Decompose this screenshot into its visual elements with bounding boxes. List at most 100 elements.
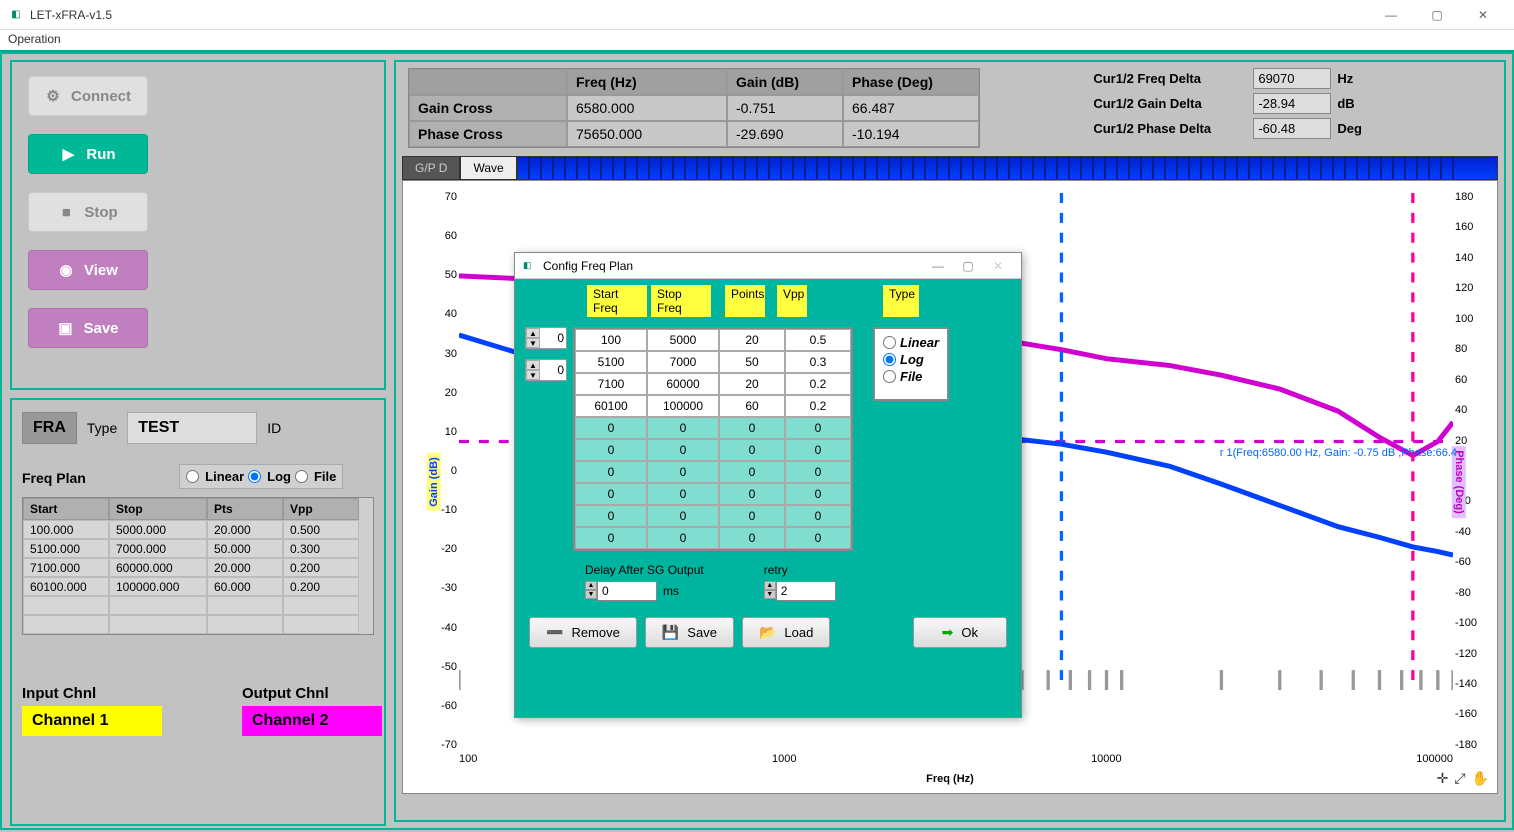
grid-row[interactable]: 710060000200.2	[575, 373, 851, 395]
dialog-maximize[interactable]: ▢	[953, 259, 983, 273]
grid-cell[interactable]: 0	[647, 461, 719, 483]
grid-cell[interactable]: 0	[785, 439, 851, 461]
grid-cell[interactable]: 0	[575, 461, 647, 483]
grid-cell[interactable]: 100000	[647, 395, 719, 417]
modal-radio-log[interactable]	[883, 353, 896, 366]
delta-phase-value[interactable]	[1253, 118, 1331, 139]
grid-cell[interactable]: 0	[719, 483, 785, 505]
load-button[interactable]: 📂Load	[742, 617, 830, 648]
chevron-up-icon[interactable]: ▲	[526, 328, 540, 338]
grid-row[interactable]: 0000	[575, 417, 851, 439]
grid-cell[interactable]: 100	[575, 329, 647, 351]
radio-file[interactable]	[295, 470, 308, 483]
grid-row[interactable]: 0000	[575, 483, 851, 505]
modal-radio-linear[interactable]	[883, 336, 896, 349]
grid-cell[interactable]: 0	[785, 417, 851, 439]
grid-cell[interactable]: 0	[719, 439, 785, 461]
row-select-stepper-1[interactable]: ▲▼	[525, 327, 567, 349]
grid-row[interactable]: 0000	[575, 505, 851, 527]
radio-log[interactable]	[248, 470, 261, 483]
row-select-stepper-2[interactable]: ▲▼	[525, 359, 567, 381]
stepper2-input[interactable]	[540, 360, 566, 380]
input-chnl-value[interactable]: Channel 1	[22, 706, 162, 736]
grid-cell[interactable]: 5000	[647, 329, 719, 351]
grid-cell[interactable]: 0	[785, 527, 851, 549]
grid-cell[interactable]: 0	[575, 527, 647, 549]
tab-wave[interactable]: Wave	[460, 156, 516, 180]
table-row[interactable]: 60100.000100000.00060.0000.200	[23, 577, 373, 596]
freq-plan-grid[interactable]: 1005000200.551007000500.3710060000200.26…	[573, 327, 853, 551]
table-row[interactable]: 5100.0007000.00050.0000.300	[23, 539, 373, 558]
grid-cell[interactable]: 0.5	[785, 329, 851, 351]
modal-save-button[interactable]: 💾Save	[645, 617, 734, 648]
delay-input[interactable]	[597, 581, 657, 601]
grid-cell[interactable]: 0	[647, 439, 719, 461]
dialog-minimize[interactable]: —	[923, 259, 953, 273]
chevron-down-icon[interactable]: ▼	[526, 370, 540, 380]
minimize-button[interactable]: —	[1368, 0, 1414, 30]
chevron-down-icon[interactable]: ▼	[526, 338, 540, 348]
maximize-button[interactable]: ▢	[1414, 0, 1460, 30]
grid-cell[interactable]: 0	[575, 417, 647, 439]
dialog-close[interactable]: ✕	[983, 259, 1013, 273]
grid-cell[interactable]: 0	[575, 505, 647, 527]
grid-row[interactable]: 60100100000600.2	[575, 395, 851, 417]
grid-cell[interactable]: 0.2	[785, 395, 851, 417]
grid-cell[interactable]: 0	[647, 483, 719, 505]
grid-cell[interactable]: 7000	[647, 351, 719, 373]
grid-cell[interactable]: 7100	[575, 373, 647, 395]
grid-cell[interactable]: 60	[719, 395, 785, 417]
grid-cell[interactable]: 0	[575, 439, 647, 461]
view-button[interactable]: ◉View	[28, 250, 148, 290]
chevron-down-icon[interactable]: ▼	[764, 590, 776, 599]
grid-cell[interactable]: 0	[719, 505, 785, 527]
delta-gain-value[interactable]	[1253, 93, 1331, 114]
tab-gpd[interactable]: G/P D	[402, 156, 460, 180]
grid-cell[interactable]: 60100	[575, 395, 647, 417]
grid-cell[interactable]: 0.3	[785, 351, 851, 373]
delta-freq-value[interactable]	[1253, 68, 1331, 89]
ok-button[interactable]: ➡Ok	[913, 617, 1007, 648]
crosshair-icon[interactable]: ✛	[1437, 770, 1449, 787]
grid-cell[interactable]: 0	[647, 505, 719, 527]
table-row[interactable]: 100.0005000.00020.0000.500	[23, 520, 373, 539]
close-button[interactable]: ✕	[1460, 0, 1506, 30]
grid-cell[interactable]: 0	[785, 483, 851, 505]
grid-cell[interactable]: 0	[719, 417, 785, 439]
stop-button[interactable]: ■Stop	[28, 192, 148, 232]
grid-cell[interactable]: 20	[719, 373, 785, 395]
grid-cell[interactable]: 0.2	[785, 373, 851, 395]
save-button[interactable]: ▣Save	[28, 308, 148, 348]
remove-button[interactable]: ➖Remove	[529, 617, 637, 648]
grid-cell[interactable]: 0	[719, 527, 785, 549]
grid-cell[interactable]: 0	[785, 461, 851, 483]
output-chnl-value[interactable]: Channel 2	[242, 706, 382, 736]
grid-cell[interactable]: 0	[575, 483, 647, 505]
modal-radio-file[interactable]	[883, 370, 896, 383]
grid-cell[interactable]: 0	[785, 505, 851, 527]
grid-cell[interactable]: 0	[647, 527, 719, 549]
chevron-down-icon[interactable]: ▼	[585, 590, 597, 599]
run-button[interactable]: ▶Run	[28, 134, 148, 174]
grid-cell[interactable]: 5100	[575, 351, 647, 373]
grid-row[interactable]: 0000	[575, 461, 851, 483]
connect-button[interactable]: ⚙Connect	[28, 76, 148, 116]
table-row[interactable]: 7100.00060000.00020.0000.200	[23, 558, 373, 577]
grid-row[interactable]: 1005000200.5	[575, 329, 851, 351]
grid-row[interactable]: 51007000500.3	[575, 351, 851, 373]
chevron-up-icon[interactable]: ▲	[526, 360, 540, 370]
grid-cell[interactable]: 60000	[647, 373, 719, 395]
id-value[interactable]: TEST	[127, 412, 257, 444]
grid-row[interactable]: 0000	[575, 439, 851, 461]
radio-linear[interactable]	[186, 470, 199, 483]
chevron-up-icon[interactable]: ▲	[764, 581, 776, 590]
retry-input[interactable]	[776, 581, 836, 601]
menu-operation[interactable]: Operation	[8, 32, 61, 46]
chevron-up-icon[interactable]: ▲	[585, 581, 597, 590]
stepper1-input[interactable]	[540, 328, 566, 348]
grid-cell[interactable]: 50	[719, 351, 785, 373]
zoom-icon[interactable]: ⤢	[1454, 770, 1465, 787]
grid-cell[interactable]: 0	[647, 417, 719, 439]
grid-cell[interactable]: 20	[719, 329, 785, 351]
grid-row[interactable]: 0000	[575, 527, 851, 549]
